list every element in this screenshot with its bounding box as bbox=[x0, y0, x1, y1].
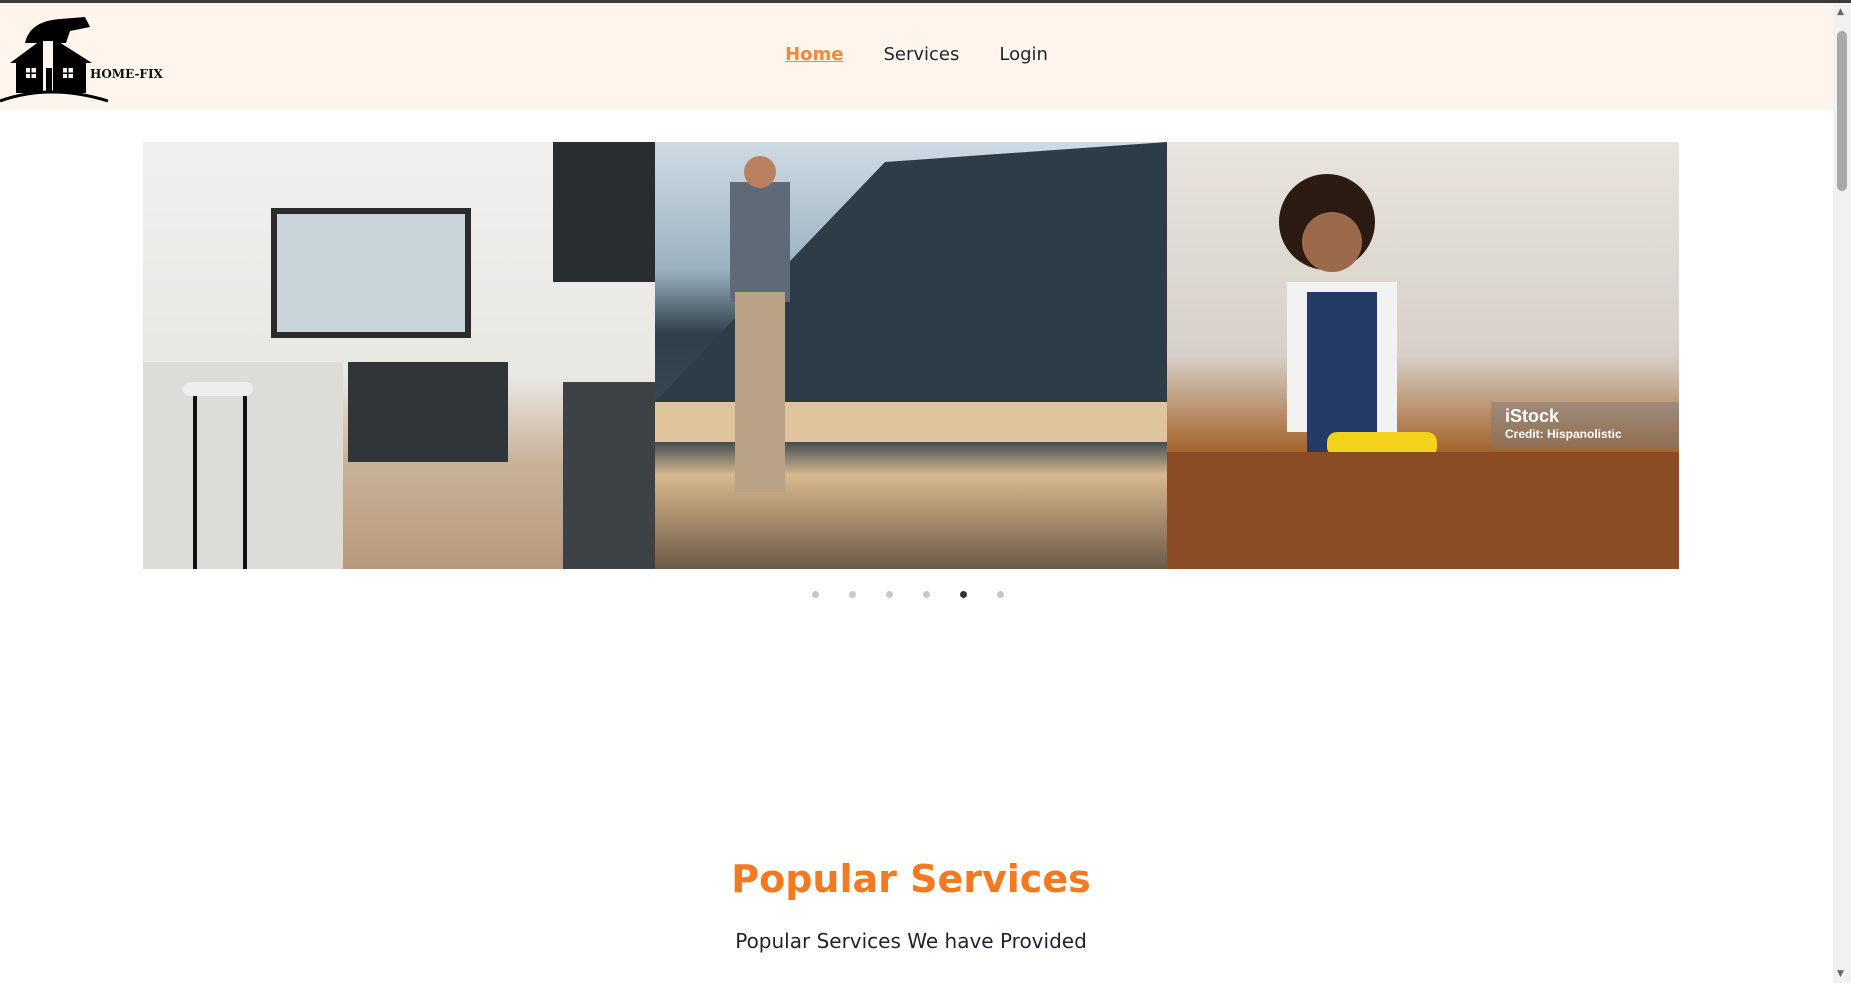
nav-services[interactable]: Services bbox=[883, 44, 959, 65]
hero-carousel[interactable]: iStock Credit: Hispanolistic bbox=[143, 142, 1680, 569]
nav-login[interactable]: Login bbox=[999, 44, 1048, 65]
carousel-indicators bbox=[812, 591, 1004, 598]
cleaning-image: iStock Credit: Hispanolistic bbox=[1167, 142, 1679, 569]
carousel-dot-5[interactable] bbox=[960, 591, 967, 598]
scroll-down-icon[interactable]: ▼ bbox=[1837, 969, 1844, 979]
cleaning-illustration bbox=[1167, 174, 1679, 569]
watermark-brand: iStock bbox=[1505, 406, 1560, 426]
page-scrollbar[interactable]: ▲ ▼ bbox=[1833, 3, 1851, 983]
roofer-image bbox=[655, 142, 1167, 569]
site-header: HOME-FIX Home Services Login bbox=[0, 3, 1833, 110]
carousel-dot-1[interactable] bbox=[812, 591, 819, 598]
scroll-up-icon[interactable]: ▲ bbox=[1837, 7, 1844, 17]
carousel-dot-6[interactable] bbox=[997, 591, 1004, 598]
popular-services-subtitle: Popular Services We have Provided bbox=[735, 929, 1087, 953]
carousel-dot-4[interactable] bbox=[923, 591, 930, 598]
carousel-dot-2[interactable] bbox=[849, 591, 856, 598]
nav-home[interactable]: Home bbox=[785, 44, 843, 65]
carousel-dot-3[interactable] bbox=[886, 591, 893, 598]
brand-name: HOME-FIX bbox=[90, 67, 163, 81]
scrollbar-thumb[interactable] bbox=[1837, 31, 1847, 191]
popular-services-title: Popular Services bbox=[731, 857, 1091, 901]
kitchen-image bbox=[143, 142, 655, 569]
roofer-illustration bbox=[655, 142, 1167, 492]
kitchen-illustration bbox=[143, 142, 655, 569]
istock-watermark: iStock Credit: Hispanolistic bbox=[1491, 402, 1679, 449]
main-nav: Home Services Login bbox=[0, 44, 1833, 65]
watermark-credit: Credit: Hispanolistic bbox=[1505, 427, 1622, 441]
